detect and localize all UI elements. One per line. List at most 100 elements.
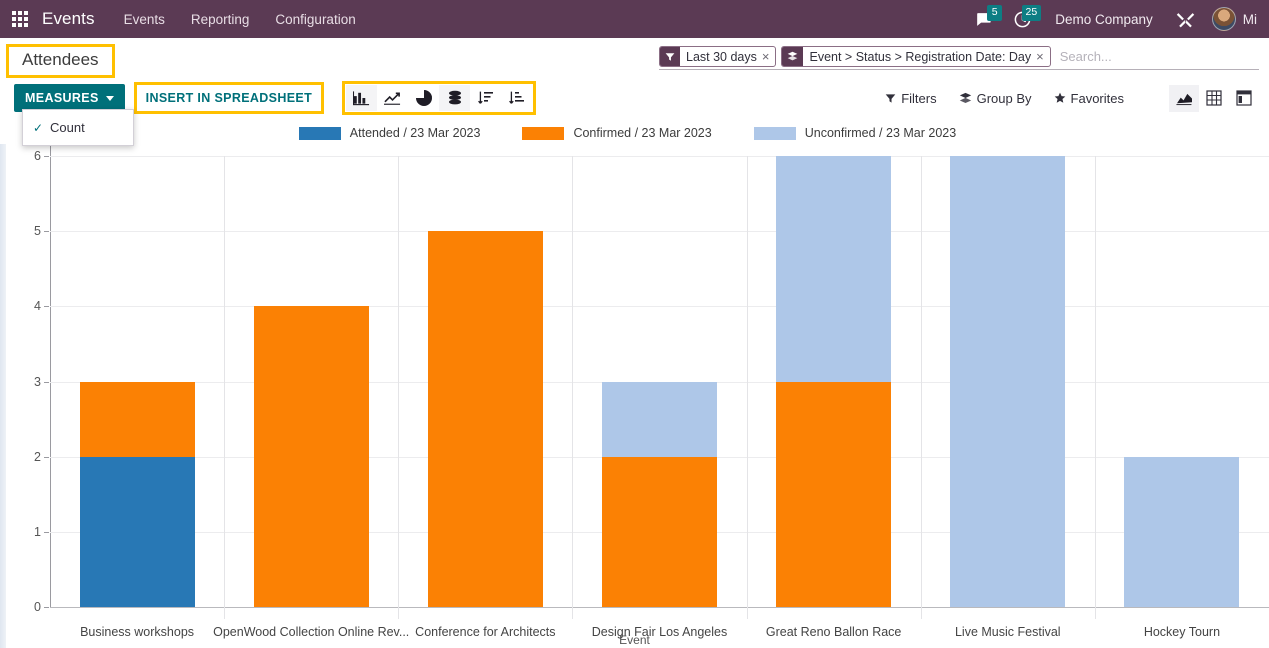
line-chart-icon[interactable] <box>377 85 408 111</box>
search-input[interactable]: Last 30 days × Event > Status > Registra… <box>659 46 1259 70</box>
debug-tools-button[interactable] <box>1167 0 1204 38</box>
tools-wrench-icon <box>1176 12 1194 27</box>
search-facet-date[interactable]: Last 30 days × <box>659 46 777 67</box>
bar-stack[interactable] <box>1124 456 1240 607</box>
category-separator <box>1094 156 1096 619</box>
sort-descending-icon[interactable] <box>470 85 501 111</box>
measures-button[interactable]: MEASURES <box>14 84 125 112</box>
graph-type-toolbar <box>346 85 532 111</box>
control-panel-bottom-row: MEASURES INSERT IN SPREADSHEET Filters G… <box>0 78 1269 122</box>
legend-item[interactable]: Confirmed / 23 Mar 2023 <box>522 126 712 140</box>
gridline <box>50 607 1269 608</box>
menu-events[interactable]: Events <box>111 3 178 36</box>
x-axis-label: Great Reno Ballon Race <box>765 625 902 639</box>
bar-segment[interactable] <box>602 456 717 607</box>
company-switcher[interactable]: Demo Company <box>1043 12 1165 27</box>
measures-item-label: Count <box>50 120 85 135</box>
legend-label: Unconfirmed / 23 Mar 2023 <box>804 126 957 140</box>
graph-view-icon[interactable] <box>1169 84 1199 112</box>
user-avatar <box>1211 7 1236 31</box>
search-facet-groupby-label: Event > Status > Registration Date: Day … <box>803 47 1049 66</box>
facet-remove-icon[interactable]: × <box>762 49 770 64</box>
bar-segment[interactable] <box>776 156 892 382</box>
facet-groupby-text: Event > Status > Registration Date: Day <box>809 49 1032 64</box>
bar-stack[interactable] <box>950 156 1066 607</box>
bar-segment[interactable] <box>253 306 369 607</box>
legend-label: Confirmed / 23 Mar 2023 <box>573 126 712 140</box>
bar-segment[interactable] <box>427 231 543 607</box>
bar-segment[interactable] <box>602 381 717 457</box>
y-axis-tick: 1 <box>34 524 49 539</box>
legend-item[interactable]: Unconfirmed / 23 Mar 2023 <box>753 126 957 140</box>
category-separator <box>224 156 226 619</box>
x-axis-label: OpenWood Collection Online Rev... <box>213 625 410 639</box>
legend-swatch <box>753 126 796 140</box>
bar-segment[interactable] <box>776 381 892 607</box>
chart-plot-area: 0 1 2 3 4 5 6 Business workshops OpenWood Collec… <box>34 146 1269 639</box>
favorites-menu[interactable]: Favorites <box>1043 87 1135 110</box>
bar-segment[interactable] <box>79 456 195 607</box>
group-layers-icon <box>782 47 804 66</box>
activities-button[interactable]: 25 <box>1004 0 1042 38</box>
apps-menu-button[interactable] <box>0 0 40 38</box>
bar-stack[interactable] <box>602 381 717 607</box>
search-area: Last 30 days × Event > Status > Registra… <box>659 42 1269 70</box>
sort-ascending-icon[interactable] <box>501 85 532 111</box>
search-placeholder: Search... <box>1059 49 1112 64</box>
facet-date-text: Last 30 days <box>686 49 757 64</box>
legend-item[interactable]: Attended / 23 Mar 2023 <box>298 126 480 140</box>
bar-segment[interactable] <box>1124 456 1240 607</box>
y-axis-tick: 5 <box>34 224 49 239</box>
groupby-menu[interactable]: Group By <box>948 87 1043 110</box>
group-layers-icon <box>959 92 971 103</box>
measures-item-count[interactable]: ✓ Count <box>23 115 133 140</box>
insert-in-spreadsheet-button[interactable]: INSERT IN SPREADSHEET <box>136 85 322 111</box>
category-separator <box>746 156 748 619</box>
gridline <box>50 306 1269 308</box>
search-facet-date-label: Last 30 days × <box>680 47 775 66</box>
bar-chart-icon[interactable] <box>346 85 378 111</box>
chart-legend: Attended / 23 Mar 2023 Confirmed / 23 Mar… <box>0 122 1269 144</box>
activities-count-badge: 25 <box>1021 5 1042 21</box>
stacked-icon[interactable] <box>439 85 471 111</box>
filters-menu[interactable]: Filters <box>874 87 947 110</box>
search-facet-groupby[interactable]: Event > Status > Registration Date: Day … <box>781 46 1051 67</box>
measures-button-label: MEASURES <box>25 91 99 105</box>
menu-reporting[interactable]: Reporting <box>178 3 263 36</box>
left-edge-scrollbar[interactable] <box>0 144 6 648</box>
y-axis-tick: 3 <box>34 374 49 389</box>
category-separator <box>398 156 400 619</box>
x-axis-title: Event <box>619 633 650 647</box>
pie-chart-icon[interactable] <box>408 85 439 111</box>
groupby-label: Group By <box>976 90 1032 106</box>
bar-stack[interactable] <box>253 306 369 607</box>
graph-view: Attended / 23 Mar 2023 Confirmed / 23 Mar… <box>0 122 1269 648</box>
pivot-view-icon[interactable] <box>1199 85 1229 112</box>
x-axis-label: Live Music Festival <box>954 625 1061 639</box>
bar-stack[interactable] <box>79 381 195 607</box>
app-brand-events[interactable]: Events <box>40 9 111 29</box>
bar-stack[interactable] <box>427 231 543 607</box>
bar-segment[interactable] <box>950 156 1066 607</box>
control-panel-right: Filters Group By Favorites <box>874 84 1259 112</box>
menu-configuration[interactable]: Configuration <box>262 3 368 36</box>
kanban-view-icon[interactable] <box>1229 85 1259 112</box>
bar-segment[interactable] <box>79 381 195 457</box>
messages-button[interactable]: 5 <box>965 0 1003 38</box>
insert-spreadsheet-highlight: INSERT IN SPREADSHEET <box>133 82 325 114</box>
gridline <box>50 156 1269 157</box>
control-panel-top-row: Attendees Last 30 days × Event > Status … <box>0 38 1269 78</box>
filter-funnel-icon <box>660 47 680 66</box>
breadcrumb-area: Attendees <box>0 42 115 78</box>
breadcrumb[interactable]: Attendees <box>9 47 112 75</box>
checkmark-icon: ✓ <box>33 120 44 135</box>
filter-funnel-icon <box>885 93 896 103</box>
x-axis-label: Business workshops <box>80 625 195 639</box>
top-navbar: Events Events Reporting Configuration 5 … <box>0 0 1269 38</box>
chevron-down-icon <box>105 95 114 101</box>
graph-options-highlight <box>342 81 537 115</box>
user-menu-button[interactable]: Mi <box>1206 0 1261 38</box>
bar-stack[interactable] <box>776 156 892 607</box>
category-separator <box>920 156 922 619</box>
facet-remove-icon[interactable]: × <box>1036 49 1044 64</box>
